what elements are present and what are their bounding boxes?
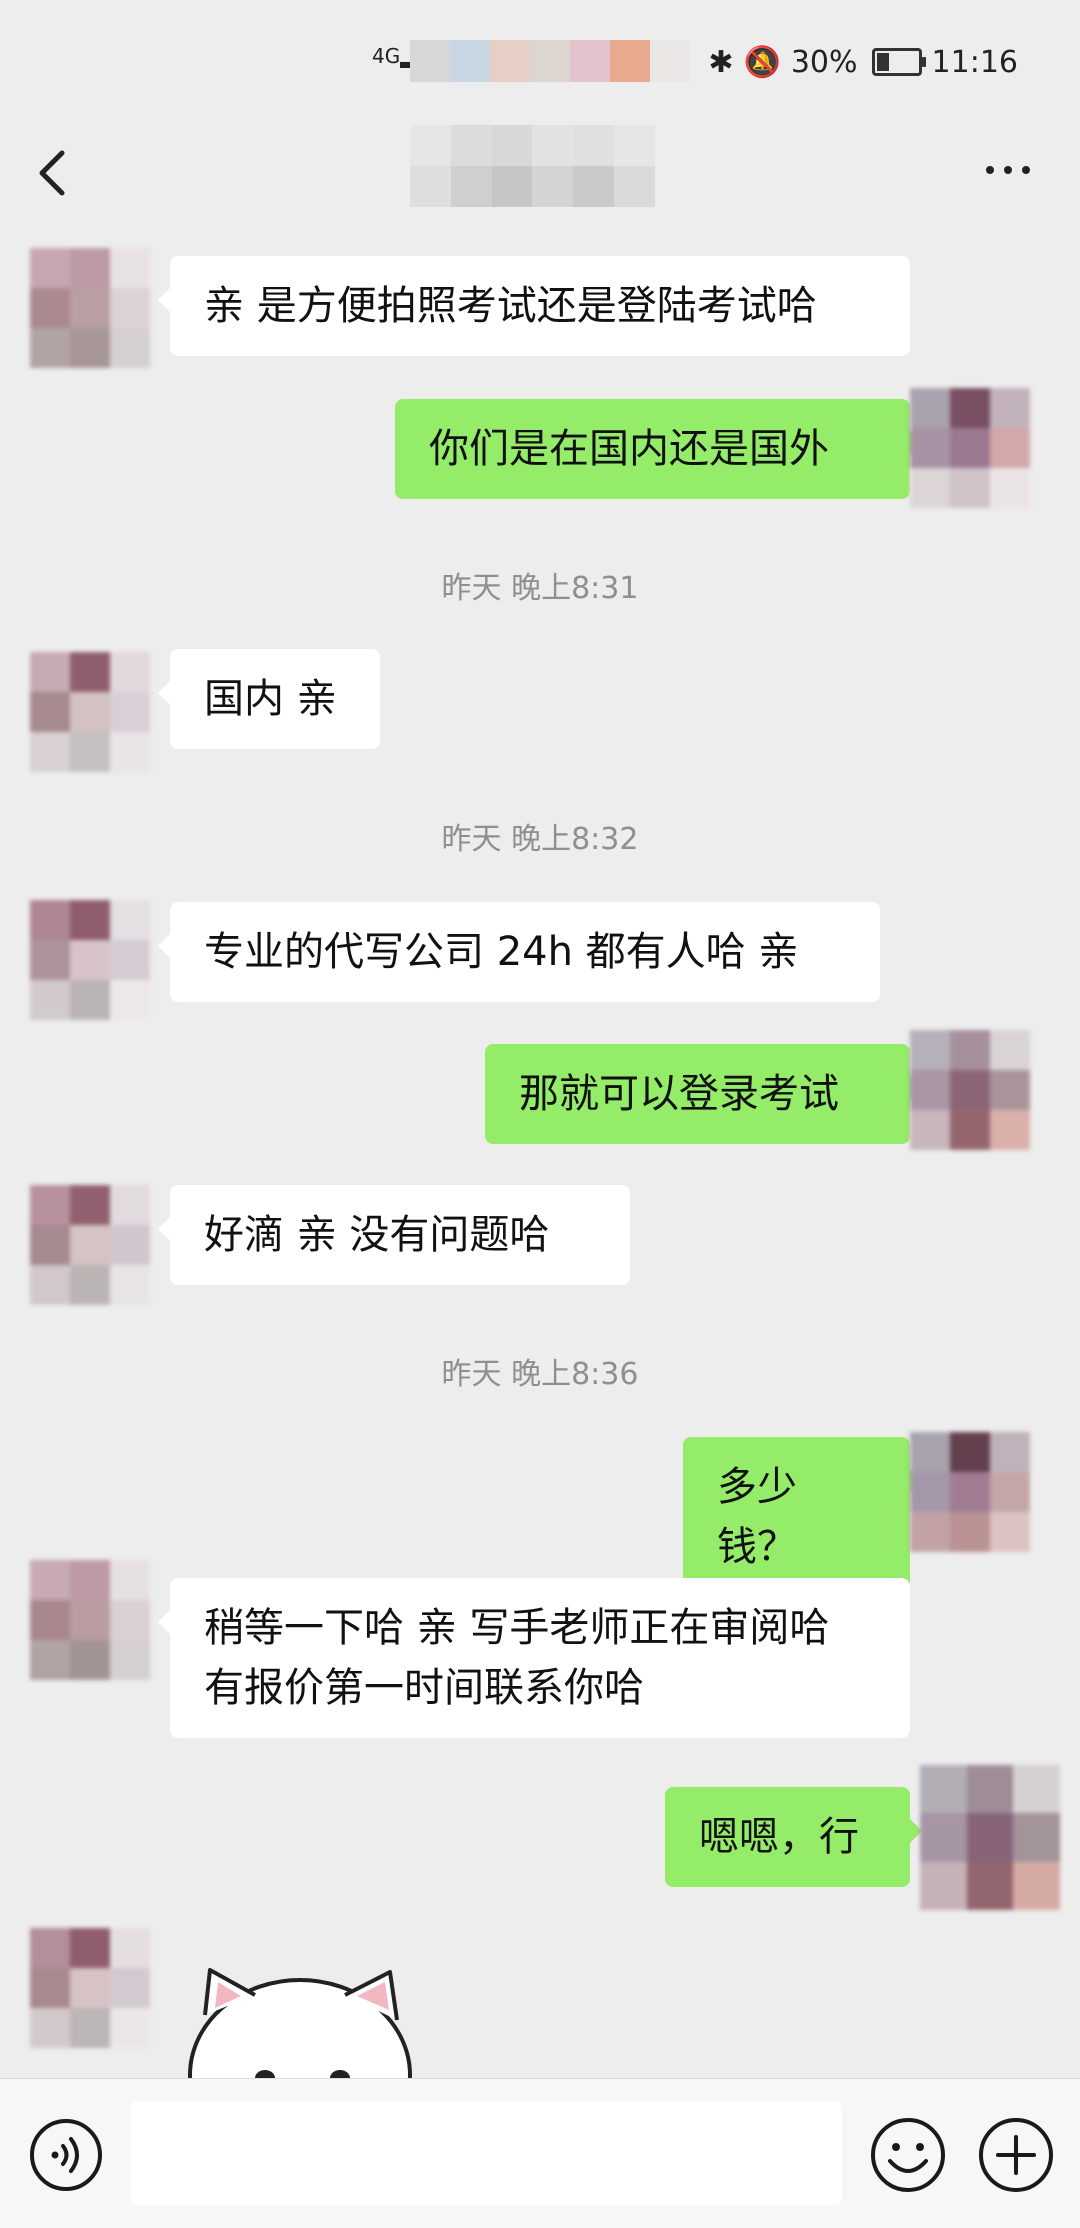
status-right: ✱ 🔕 30% 11:16 — [708, 40, 1018, 84]
message-input[interactable] — [130, 2101, 842, 2205]
mute-icon: 🔕 — [743, 44, 781, 80]
user-avatar[interactable] — [910, 388, 1030, 508]
carrier-blurred — [410, 40, 690, 82]
contact-avatar[interactable] — [30, 248, 150, 368]
battery-fill — [876, 53, 889, 71]
voice-icon[interactable] — [28, 2117, 104, 2193]
timestamp: 昨天 晚上8:32 — [441, 822, 639, 857]
cat-sticker[interactable] — [185, 1960, 425, 2080]
contact-avatar[interactable] — [30, 652, 150, 772]
contact-avatar[interactable] — [30, 900, 150, 1020]
contact-avatar[interactable] — [30, 1928, 150, 2048]
clock: 11:16 — [931, 44, 1018, 80]
contact-avatar[interactable] — [30, 1560, 150, 1680]
bluetooth-icon: ✱ — [708, 44, 734, 80]
user-avatar[interactable] — [910, 1030, 1030, 1150]
timestamp: 昨天 晚上8:36 — [441, 1357, 639, 1392]
more-icon[interactable] — [978, 150, 1038, 190]
contact-avatar[interactable] — [30, 1185, 150, 1305]
battery-icon — [871, 48, 926, 76]
battery-percent: 30% — [790, 44, 858, 80]
message-bubble-incoming[interactable]: 稍等一下哈 亲 写手老师正在审阅哈 有报价第一时间联系你哈 — [158, 1578, 910, 1738]
chat-title-blurred — [410, 125, 655, 207]
emoji-icon[interactable] — [868, 2115, 948, 2195]
message-bubble-incoming[interactable]: 亲 是方便拍照考试还是登陆考试哈 — [158, 256, 910, 356]
user-avatar[interactable] — [920, 1765, 1060, 1910]
status-bar: 4G▂▄▆ ✱ 🔕 30% 11:16 — [0, 0, 1080, 125]
message-bubble-incoming[interactable]: 好滴 亲 没有问题哈 — [158, 1185, 630, 1285]
message-bubble-incoming[interactable]: 国内 亲 — [158, 649, 380, 749]
input-bar — [0, 2078, 1080, 2228]
plus-icon[interactable] — [976, 2115, 1056, 2195]
chevron-left-icon[interactable] — [30, 143, 80, 203]
message-bubble-outgoing[interactable]: 嗯嗯，行 — [665, 1787, 922, 1887]
nav-bar — [0, 125, 1080, 235]
timestamp: 昨天 晚上8:31 — [441, 571, 639, 606]
user-avatar[interactable] — [910, 1432, 1030, 1552]
message-bubble-incoming[interactable]: 专业的代写公司 24h 都有人哈 亲 — [158, 902, 880, 1002]
message-bubble-outgoing[interactable]: 多少钱？ — [683, 1437, 922, 1597]
message-bubble-outgoing[interactable]: 你们是在国内还是国外 — [395, 399, 922, 499]
message-bubble-outgoing[interactable]: 那就可以登录考试 — [485, 1044, 922, 1144]
network-type: 4G — [372, 44, 401, 68]
